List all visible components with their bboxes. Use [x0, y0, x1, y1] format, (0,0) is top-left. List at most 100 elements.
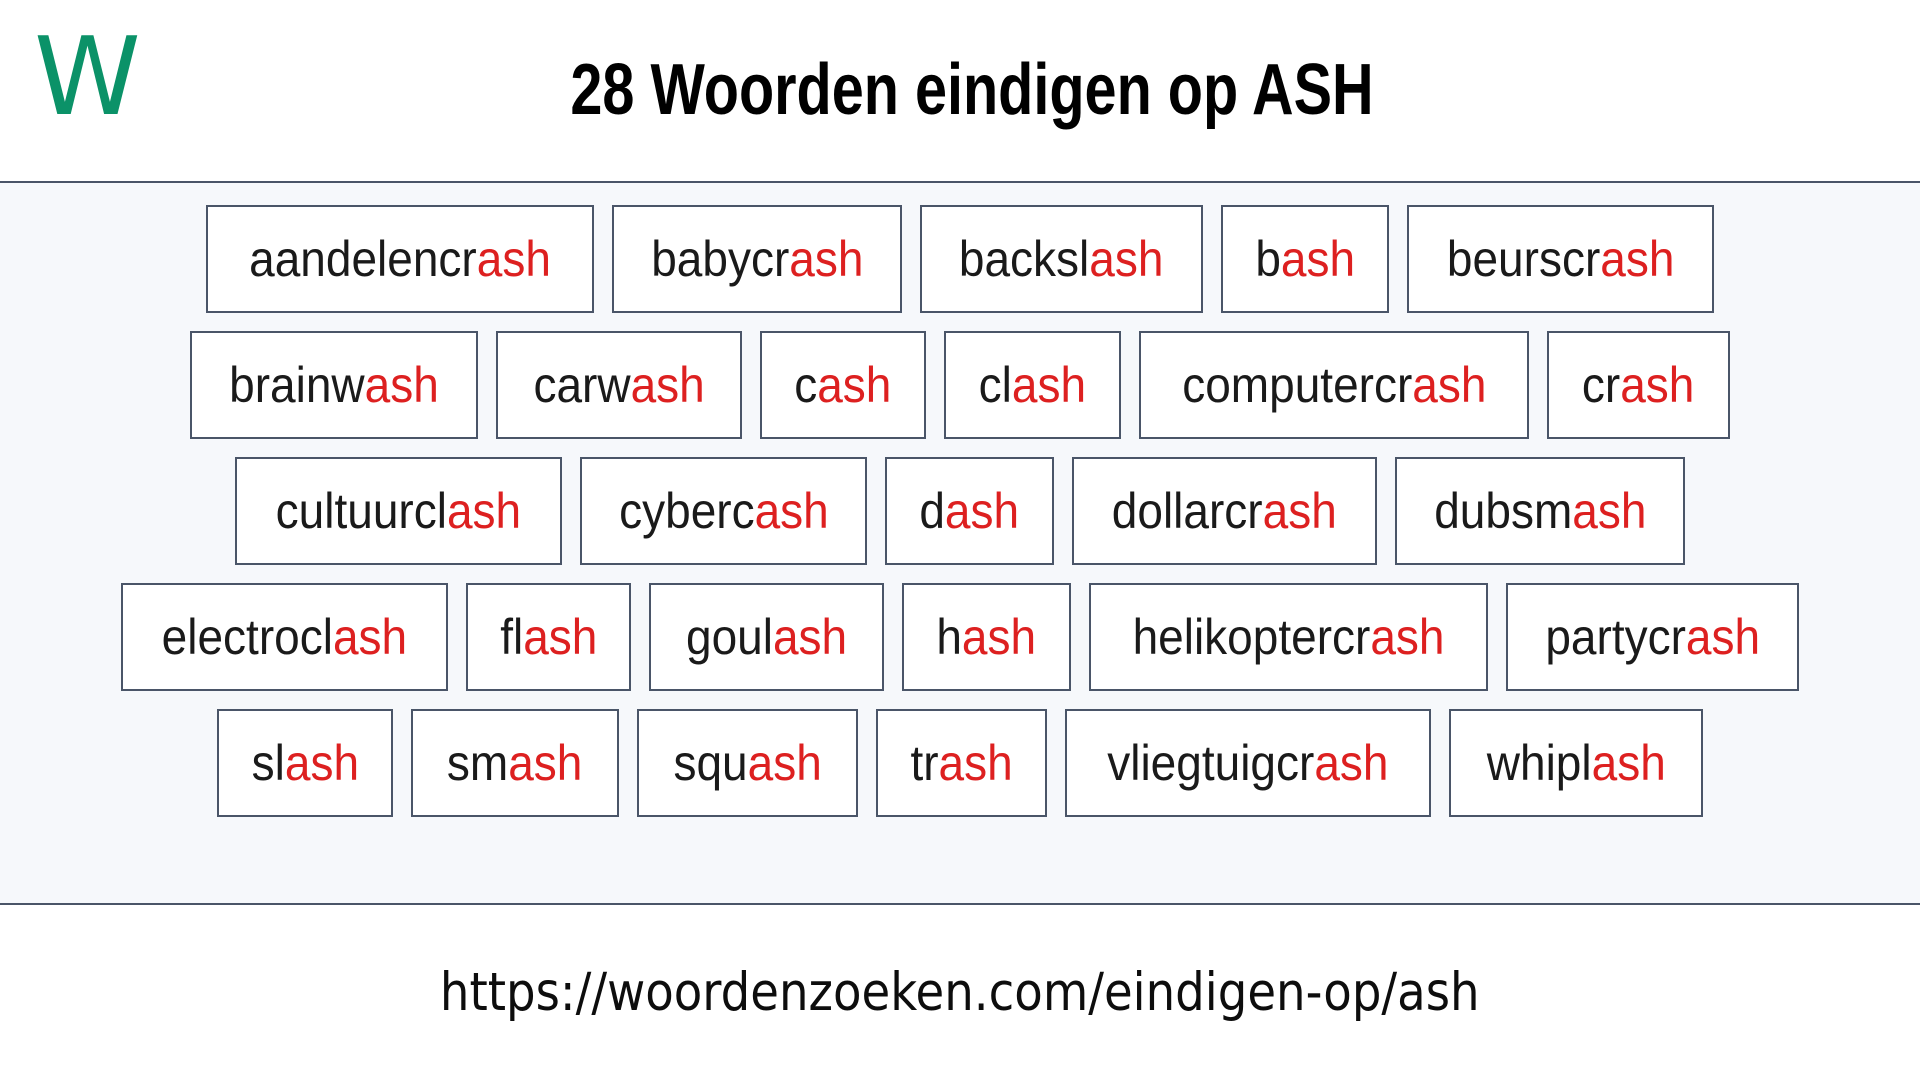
word-suffix-highlight: ash — [945, 483, 1020, 539]
page-header: W 28 Woorden eindigen op ASH — [0, 0, 1920, 183]
word-prefix: cr — [1582, 357, 1621, 413]
word-prefix: tr — [910, 735, 939, 791]
word-box[interactable]: beurscrash — [1407, 205, 1715, 313]
site-logo-w[interactable]: W — [34, 24, 141, 132]
word-label: babycrash — [651, 234, 863, 284]
word-box[interactable]: smash — [411, 709, 619, 817]
word-box[interactable]: flash — [465, 583, 632, 691]
word-prefix: helikoptercr — [1132, 609, 1371, 665]
word-label: partycrash — [1545, 612, 1760, 662]
word-suffix-highlight: ash — [817, 357, 892, 413]
word-box[interactable]: goulash — [649, 583, 885, 691]
word-suffix-highlight: ash — [1685, 609, 1760, 665]
word-box[interactable]: aandelencrash — [205, 205, 594, 313]
word-prefix: h — [936, 609, 963, 665]
word-box[interactable]: cash — [760, 331, 927, 439]
word-label: cultuurclash — [275, 486, 520, 536]
word-prefix: sl — [251, 735, 285, 791]
word-label: cash — [795, 360, 892, 410]
word-box[interactable]: dubsmash — [1394, 457, 1686, 565]
word-label: clash — [979, 360, 1086, 410]
word-box[interactable]: cultuurclash — [234, 457, 562, 565]
word-box[interactable]: backslash — [920, 205, 1203, 313]
word-prefix: computercr — [1181, 357, 1413, 413]
word-suffix-highlight: ash — [747, 735, 822, 791]
word-prefix: beurscr — [1446, 231, 1601, 287]
word-suffix-highlight: ash — [1262, 483, 1337, 539]
word-prefix: cultuurcl — [275, 483, 447, 539]
word-box[interactable]: babycrash — [611, 205, 903, 313]
word-prefix: dollarcr — [1111, 483, 1263, 539]
word-suffix-highlight: ash — [364, 357, 440, 413]
word-prefix: carw — [533, 357, 631, 413]
word-box[interactable]: helikoptercrash — [1088, 583, 1488, 691]
word-prefix: squ — [673, 735, 748, 791]
word-box[interactable]: trash — [875, 709, 1048, 817]
word-box[interactable]: carwash — [496, 331, 743, 439]
word-label: trash — [910, 738, 1012, 788]
word-suffix-highlight: ash — [332, 609, 407, 665]
word-prefix: whipl — [1486, 735, 1592, 791]
word-box[interactable]: bash — [1220, 205, 1390, 313]
word-label: helikoptercrash — [1132, 612, 1444, 662]
word-label: dubsmash — [1434, 486, 1646, 536]
word-prefix: aandelencr — [248, 231, 477, 287]
word-box[interactable]: cybercash — [579, 457, 868, 565]
word-label: bash — [1255, 234, 1355, 284]
word-prefix: cyberc — [618, 483, 755, 539]
word-box[interactable]: vliegtuigcrash — [1065, 709, 1431, 817]
word-row: electroclash flash goulash hash helikoptercr… — [0, 583, 1920, 691]
word-prefix: babycr — [650, 231, 789, 287]
word-suffix-highlight: ash — [1011, 357, 1087, 413]
word-label: beurscrash — [1447, 234, 1675, 284]
word-suffix-highlight: ash — [788, 231, 864, 287]
word-label: hash — [937, 612, 1037, 662]
word-box[interactable]: dash — [885, 457, 1054, 565]
word-prefix: goul — [686, 609, 774, 665]
word-suffix-highlight: ash — [476, 231, 551, 287]
word-box[interactable]: partycrash — [1505, 583, 1800, 691]
word-prefix: c — [794, 357, 818, 413]
word-row: slash smash squash trash vliegtuigcrash whipl… — [0, 709, 1920, 817]
word-label: flash — [500, 612, 597, 662]
word-suffix-highlight: ash — [522, 609, 597, 665]
word-label: brainwash — [229, 360, 439, 410]
word-suffix-highlight: ash — [508, 735, 583, 791]
word-box[interactable]: clash — [944, 331, 1121, 439]
word-prefix: d — [919, 483, 946, 539]
word-label: goulash — [686, 612, 847, 662]
word-label: cybercash — [619, 486, 829, 536]
word-label: crash — [1582, 360, 1694, 410]
word-suffix-highlight: ash — [1280, 231, 1355, 287]
word-suffix-highlight: ash — [630, 357, 705, 413]
word-box[interactable]: hash — [902, 583, 1071, 691]
word-box[interactable]: dollarcrash — [1071, 457, 1377, 565]
word-suffix-highlight: ash — [284, 735, 359, 791]
word-label: dash — [920, 486, 1020, 536]
word-suffix-highlight: ash — [1571, 483, 1646, 539]
word-prefix: sm — [447, 735, 509, 791]
word-suffix-highlight: ash — [773, 609, 848, 665]
word-prefix: b — [1254, 231, 1281, 287]
word-list-page: W 28 Woorden eindigen op ASH aandelencra… — [0, 0, 1920, 1080]
word-label: electroclash — [161, 612, 406, 662]
word-row: brainwash carwash cash clash computercrash cr… — [0, 331, 1920, 439]
word-label: carwash — [534, 360, 705, 410]
word-suffix-highlight: ash — [754, 483, 829, 539]
word-box[interactable]: brainwash — [190, 331, 479, 439]
word-box[interactable]: slash — [216, 709, 394, 817]
word-suffix-highlight: ash — [1370, 609, 1445, 665]
word-box[interactable]: computercrash — [1138, 331, 1530, 439]
word-box[interactable]: squash — [636, 709, 858, 817]
word-box[interactable]: electroclash — [120, 583, 448, 691]
word-suffix-highlight: ash — [1591, 735, 1666, 791]
word-label: backslash — [959, 234, 1164, 284]
word-suffix-highlight: ash — [1620, 357, 1695, 413]
word-prefix: partycr — [1545, 609, 1686, 665]
source-url[interactable]: https://woordenzoeken.com/eindigen-op/as… — [440, 962, 1480, 1023]
word-row: cultuurclash cybercash dash dollarcrash dubs… — [0, 457, 1920, 565]
word-box[interactable]: whiplash — [1448, 709, 1704, 817]
page-footer: https://woordenzoeken.com/eindigen-op/as… — [0, 905, 1920, 1080]
word-prefix: fl — [499, 609, 523, 665]
word-box[interactable]: crash — [1547, 331, 1730, 439]
